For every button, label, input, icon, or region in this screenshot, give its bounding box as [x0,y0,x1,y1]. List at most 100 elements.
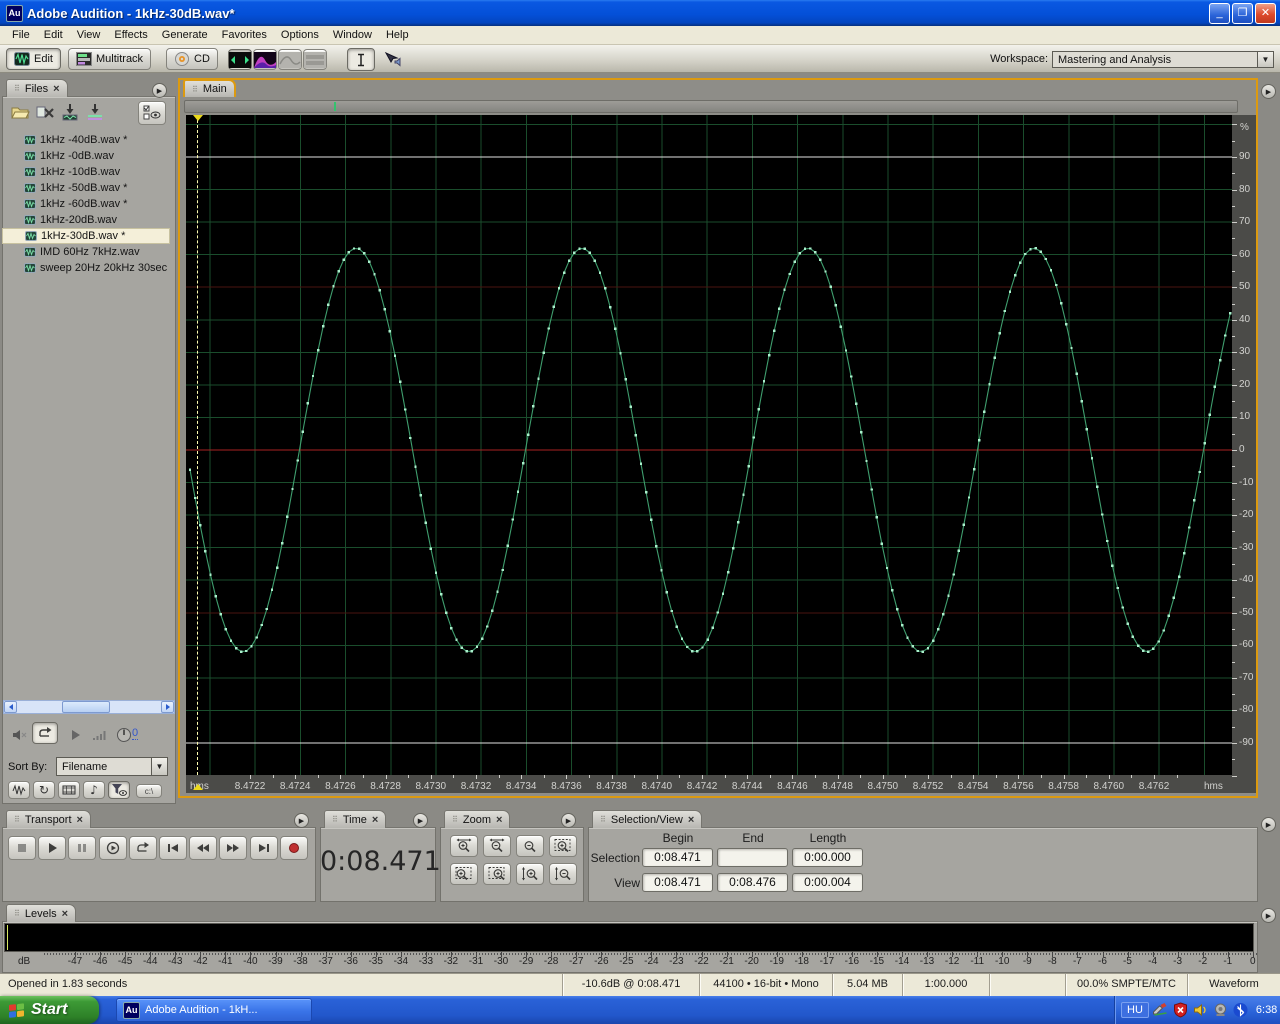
menu-window[interactable]: Window [326,27,379,43]
view-length-field[interactable]: 0:00.004 [792,873,863,892]
tab-time[interactable]: ⠿ Time × [324,810,387,828]
list-item-file[interactable]: 1kHz-20dB.wav [2,212,170,228]
zoom-panel-menu-button[interactable] [561,813,576,828]
record-button[interactable] [279,836,308,860]
rewind-button[interactable] [189,836,218,860]
import-file-button[interactable] [58,101,82,123]
close-icon[interactable]: × [53,83,59,94]
menu-effects[interactable]: Effects [107,27,154,43]
list-item-file[interactable]: 1kHz -40dB.wav * [2,132,170,148]
zoom-out-vertically-button[interactable] [549,863,577,885]
list-item-file[interactable]: sweep 20Hz 20kHz 30sec [2,260,170,276]
close-button[interactable]: ✕ [1255,2,1276,24]
preview-knob-value[interactable]: 0 [132,727,139,740]
zoom-in-vertically-button[interactable] [516,863,544,885]
waveform-view-button[interactable] [228,49,252,70]
close-file-button[interactable] [33,101,57,123]
level-meter[interactable] [4,923,1254,952]
filter-options-button[interactable] [108,781,130,799]
play-preview-button[interactable] [64,724,88,746]
selection-begin-field[interactable]: 0:08.471 [642,848,713,867]
close-icon[interactable]: × [496,814,502,825]
close-icon[interactable]: × [372,814,378,825]
insert-into-multitrack-button[interactable] [83,101,107,123]
audio-device-icon[interactable] [1212,1002,1229,1018]
show-full-paths-button[interactable]: c:\ [136,784,162,798]
play-button[interactable] [38,836,67,860]
spectral-pan-view-button[interactable] [278,49,302,70]
chevron-down-icon[interactable]: ▼ [1257,52,1273,67]
workspace-combobox[interactable]: Mastering and Analysis ▼ [1052,51,1274,68]
view-begin-field[interactable]: 0:08.471 [642,873,713,892]
tab-levels[interactable]: ⠿ Levels × [6,904,77,922]
title-bar[interactable]: Au Adobe Audition - 1kHz-30dB.wav* _ ❐ ✕ [0,0,1280,26]
tab-files[interactable]: ⠿ Files × [6,79,68,97]
multitrack-mode-button[interactable]: Multitrack [68,48,152,70]
list-item-file[interactable]: 1kHz -60dB.wav * [2,196,170,212]
dock-panel-menu-button[interactable] [1261,817,1276,832]
minimize-button[interactable]: _ [1209,2,1230,24]
cd-mode-button[interactable]: CD [166,48,218,70]
chevron-down-icon[interactable]: ▼ [151,758,167,775]
preview-volume-button[interactable] [88,724,112,746]
security-alert-icon[interactable] [1172,1002,1189,1018]
play-looped-button[interactable] [128,836,157,860]
open-file-button[interactable] [8,101,32,123]
zoom-to-selection-button[interactable] [549,835,577,857]
overview-navigation-bar[interactable] [184,100,1238,113]
view-end-field[interactable]: 0:08.476 [717,873,788,892]
files-horizontal-scrollbar[interactable] [3,700,175,714]
sort-by-combobox[interactable]: Filename ▼ [56,757,168,776]
spectral-frequency-view-button[interactable] [253,49,277,70]
list-item-file[interactable]: 1kHz-30dB.wav * [2,228,170,244]
show-loop-files-button[interactable]: ↻ [33,781,55,799]
bluetooth-icon[interactable] [1232,1002,1249,1018]
taskbar-task-button[interactable]: Au Adobe Audition - 1kH... [116,998,312,1022]
close-icon[interactable]: × [77,814,83,825]
restore-button[interactable]: ❐ [1232,2,1253,24]
close-icon[interactable]: × [62,908,68,919]
tab-main[interactable]: ⠿ Main [183,79,236,97]
fast-forward-button[interactable] [219,836,248,860]
go-to-beginning-button[interactable] [159,836,187,860]
scroll-right-icon[interactable] [161,701,174,713]
zoom-out-horizontally-button[interactable] [483,835,511,857]
edit-mode-button[interactable]: Edit [6,48,61,70]
zoom-in-to-selection-left-button[interactable] [450,863,478,885]
cursor-handle-bottom[interactable] [193,784,203,790]
language-indicator[interactable]: HU [1121,1002,1149,1018]
loop-preview-button[interactable] [32,722,58,744]
advanced-options-button[interactable] [138,101,166,125]
waveform-display[interactable] [186,115,1232,775]
zoom-in-horizontally-button[interactable] [450,835,478,857]
menu-edit[interactable]: Edit [37,27,70,43]
menu-options[interactable]: Options [274,27,326,43]
time-ruler[interactable]: hms hms 8.4722 8.4724 8.4726 8.4728 8.4730 8.47… [186,775,1232,793]
tab-selection-view[interactable]: ⠿ Selection/View × [592,810,703,828]
close-icon[interactable]: × [688,814,694,825]
spectral-phase-view-button[interactable] [303,49,327,70]
mute-preview-button[interactable] [8,724,32,746]
menu-view[interactable]: View [70,27,108,43]
volume-icon[interactable] [1192,1002,1209,1018]
main-panel-menu-button[interactable] [1261,84,1276,99]
levels-panel-menu-button[interactable] [1261,908,1276,923]
menu-file[interactable]: File [5,27,37,43]
tab-transport[interactable]: ⠿ Transport × [6,810,91,828]
cursor-handle-top[interactable] [193,115,203,121]
show-audio-files-button[interactable] [8,781,30,799]
list-item-file[interactable]: 1kHz -50dB.wav * [2,180,170,196]
show-midi-files-button[interactable]: ♪ [83,781,105,799]
list-item-file[interactable]: IMD 60Hz 7kHz.wav [2,244,170,260]
time-display[interactable]: 0:08.471 [320,846,441,877]
time-selection-tool-button[interactable] [347,48,375,71]
go-to-end-button[interactable] [249,836,278,860]
zoom-in-to-selection-right-button[interactable] [483,863,511,885]
files-panel-menu-button[interactable] [152,83,167,98]
list-item-file[interactable]: 1kHz -10dB.wav [2,164,170,180]
selection-length-field[interactable]: 0:00.000 [792,848,863,867]
menu-favorites[interactable]: Favorites [215,27,274,43]
transport-panel-menu-button[interactable] [294,813,309,828]
play-from-cursor-button[interactable] [98,836,127,860]
tablet-pen-icon[interactable] [1152,1002,1169,1018]
